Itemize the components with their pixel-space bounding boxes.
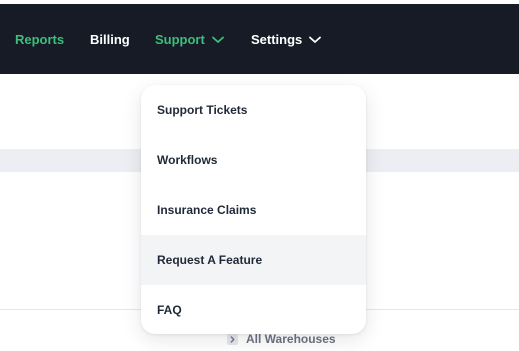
top-navbar: Reports Billing Support Settings [0, 4, 519, 74]
menu-item-faq[interactable]: FAQ [141, 285, 366, 334]
menu-item-request-a-feature[interactable]: Request A Feature [141, 235, 366, 285]
menu-item-label: Insurance Claims [157, 203, 257, 217]
chevron-down-icon [309, 36, 322, 44]
nav-support[interactable]: Support [155, 4, 224, 74]
nav-billing[interactable]: Billing [90, 4, 130, 74]
menu-item-label: Workflows [157, 153, 218, 167]
warehouse-label: All Warehouses [246, 332, 336, 346]
nav-reports-label: Reports [15, 31, 65, 47]
menu-item-workflows[interactable]: Workflows [141, 135, 366, 185]
chevron-right-icon [227, 333, 238, 345]
nav-settings-label: Settings [251, 31, 303, 47]
menu-item-label: FAQ [157, 303, 182, 317]
menu-item-label: Support Tickets [157, 103, 248, 117]
menu-item-label: Request A Feature [157, 253, 263, 267]
support-dropdown-menu: Support Tickets Workflows Insurance Clai… [141, 85, 366, 334]
nav-billing-label: Billing [90, 31, 130, 47]
nav-reports[interactable]: Reports [15, 4, 64, 74]
nav-settings[interactable]: Settings [251, 4, 322, 74]
nav-support-label: Support [155, 31, 205, 47]
chevron-down-icon [211, 36, 224, 44]
menu-item-support-tickets[interactable]: Support Tickets [141, 85, 366, 135]
menu-item-insurance-claims[interactable]: Insurance Claims [141, 185, 366, 235]
